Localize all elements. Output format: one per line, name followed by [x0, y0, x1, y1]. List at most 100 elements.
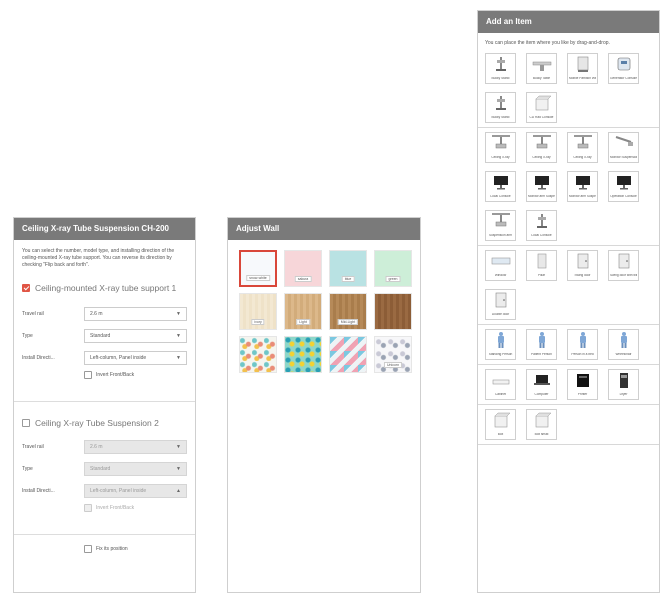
monitor-icon: [613, 176, 635, 196]
chevron-down-icon: ▼: [176, 333, 181, 339]
item-label: Box: [497, 433, 504, 437]
item-tile[interactable]: Local Console: [526, 210, 557, 241]
chevron-up-icon: ▲: [176, 488, 181, 494]
item-tile[interactable]: Mobile Partition Wall: [567, 53, 598, 84]
type-label: Type: [22, 333, 33, 339]
stand-icon: [531, 214, 553, 235]
swatch-label: Unicorn: [383, 362, 403, 368]
wall-swatch[interactable]: blue: [329, 250, 367, 287]
monitor-icon: [531, 176, 553, 196]
travel-rail-select[interactable]: 2.6 m ▼: [84, 307, 187, 321]
wall-swatch[interactable]: Mid-Light: [329, 293, 367, 330]
fix-position-checkbox[interactable]: [84, 545, 92, 553]
item-tile[interactable]: Box small: [526, 409, 557, 440]
wall-swatch[interactable]: [329, 336, 367, 373]
item-label: Double door: [491, 313, 510, 317]
item-tile[interactable]: Person in a bed: [567, 329, 598, 360]
person-icon: [490, 332, 512, 354]
arm-icon: [613, 136, 635, 157]
add-item-hint: You can place the item where you like by…: [485, 40, 610, 46]
wall-swatch[interactable]: [374, 293, 412, 330]
wall-swatch-grid: snow-white sakura blue green ivory Light Mid-L…: [228, 240, 420, 373]
wall-swatch[interactable]: [239, 336, 277, 373]
cabinet-icon: [490, 375, 512, 394]
item-tile[interactable]: Wheelchair: [608, 329, 639, 360]
item-tile[interactable]: Bucky Table: [526, 53, 557, 84]
item-tile[interactable]: Generator Console: [608, 53, 639, 84]
install-direction-select[interactable]: Left-column, Panel inside ▼: [84, 351, 187, 365]
item-label: Monitor arm Suspension: [528, 195, 555, 199]
item-tile[interactable]: Local Console: [485, 171, 516, 202]
item-tile[interactable]: Pillar: [526, 250, 557, 281]
item-group: Bucky Stand Bucky Table Mobile Partition W…: [478, 49, 659, 128]
type-row-2: Type Standard ▼: [14, 462, 195, 476]
item-label: Printer: [577, 393, 588, 397]
wall-swatch[interactable]: [284, 336, 322, 373]
wall-swatch[interactable]: Light: [284, 293, 322, 330]
install-direction-select-2[interactable]: Left-column, Panel inside ▲: [84, 484, 187, 498]
invert-row-1[interactable]: Invert Front/Back: [14, 369, 195, 381]
item-tile[interactable]: Patient Person: [526, 329, 557, 360]
invert-row-2[interactable]: Invert Front/Back: [14, 502, 195, 514]
support2-checkbox[interactable]: [22, 419, 30, 427]
travel-rail-row-1: Travel rail 2.6 m ▼: [14, 307, 195, 321]
item-tile[interactable]: Bucky Stand: [485, 92, 516, 123]
item-tile[interactable]: Dryer: [608, 369, 639, 400]
item-label: Swing door: [574, 274, 591, 278]
item-groups: Bucky Stand Bucky Table Mobile Partition W…: [478, 49, 659, 445]
wall-swatch[interactable]: sakura: [284, 250, 322, 287]
item-label: Mobile Partition Wall: [569, 77, 596, 81]
item-tile[interactable]: Cabinet: [485, 369, 516, 400]
item-tile[interactable]: Standing Person: [485, 329, 516, 360]
item-label: Monitor arm Suspension: [569, 195, 596, 199]
box-icon: [531, 412, 553, 434]
monitor-icon: [490, 176, 512, 196]
item-tile[interactable]: Computer: [526, 369, 557, 400]
item-tile[interactable]: Monitor arm Suspension: [567, 171, 598, 202]
pillar-icon: [531, 253, 553, 275]
invert-checkbox[interactable]: [84, 371, 92, 379]
type-select-2[interactable]: Standard ▼: [84, 462, 187, 476]
item-label: Window: [494, 274, 507, 278]
type-row-1: Type Standard ▼: [14, 329, 195, 343]
support1-label: Ceiling-mounted X-ray tube support 1: [35, 283, 177, 293]
item-tile[interactable]: CD Rad Console: [526, 92, 557, 123]
fix-position-row[interactable]: Fix its position: [14, 543, 195, 555]
item-label: Box small: [534, 433, 549, 437]
item-tile[interactable]: Suspension arm: [485, 210, 516, 241]
item-label: Pillar: [537, 274, 546, 278]
travel-rail-select-2[interactable]: 2.6 m ▼: [84, 440, 187, 454]
wall-swatch[interactable]: green: [374, 250, 412, 287]
item-label: Standing Person: [488, 353, 513, 357]
item-group: Standing Person Patient Person Person in a…: [478, 325, 659, 365]
item-tile[interactable]: Ceiling X-ray: [526, 132, 557, 163]
support1-header[interactable]: Ceiling-mounted X-ray tube support 1: [14, 281, 195, 295]
box-icon: [531, 95, 553, 117]
support1-checkbox[interactable]: [22, 284, 30, 292]
box-icon: [490, 412, 512, 434]
item-tile[interactable]: Double door: [485, 289, 516, 320]
item-tile[interactable]: Swing door: [567, 250, 598, 281]
support2-header[interactable]: Ceiling X-ray Tube Suspension 2: [14, 416, 195, 430]
type-select[interactable]: Standard ▼: [84, 329, 187, 343]
item-tile[interactable]: Ceiling X-ray: [567, 132, 598, 163]
item-tile[interactable]: Printer: [567, 369, 598, 400]
item-tile[interactable]: Box: [485, 409, 516, 440]
item-tile[interactable]: Ceiling X-ray: [485, 132, 516, 163]
invert-checkbox-2[interactable]: [84, 504, 92, 512]
item-tile[interactable]: Monitor arm Suspension: [526, 171, 557, 202]
wall-swatch[interactable]: ivory: [239, 293, 277, 330]
chevron-down-icon: ▼: [176, 466, 181, 472]
item-label: Monitor Suspension: [610, 156, 637, 160]
chevron-down-icon: ▼: [176, 311, 181, 317]
wall-swatch[interactable]: Unicorn: [374, 336, 412, 373]
item-tile[interactable]: Window: [485, 250, 516, 281]
item-tile[interactable]: Bucky Stand: [485, 53, 516, 84]
table-icon: [531, 59, 553, 78]
item-tile[interactable]: Swing door with window: [608, 250, 639, 281]
item-tile[interactable]: Operation Console: [608, 171, 639, 202]
wall-swatch[interactable]: snow-white: [239, 250, 277, 287]
item-label: Bucky Table: [532, 77, 551, 81]
door-icon: [613, 253, 635, 275]
item-tile[interactable]: Monitor Suspension: [608, 132, 639, 163]
